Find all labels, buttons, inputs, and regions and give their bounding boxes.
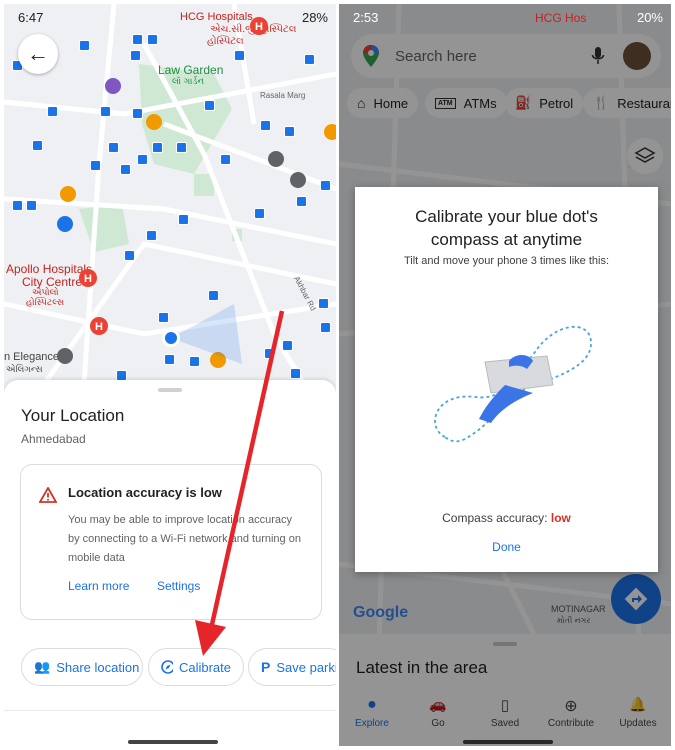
warning-body-line: by connecting to a Wi-Fi network and tur… (68, 533, 301, 545)
bus-stop-icon (32, 140, 43, 151)
svg-text:H: H (84, 273, 92, 285)
warning-body-line: You may be able to improve location accu… (68, 514, 292, 526)
left-phone-screen: 6:47 28% HCG Hospitals એચ.સી.જી હોસ્પિટલ… (4, 4, 336, 746)
compass-icon (161, 660, 173, 674)
bus-stop-icon (146, 230, 157, 241)
status-bar: 2:53 20% (339, 4, 671, 28)
bus-stop-icon (100, 106, 111, 117)
bus-stop-icon (304, 54, 315, 65)
calibrate-dialog: Calibrate your blue dot's compass at any… (355, 187, 658, 572)
map-label-hcg: HCG Hos (535, 11, 587, 25)
bus-stop-icon (147, 34, 158, 45)
svg-text:H: H (255, 21, 263, 33)
map-view[interactable]: 2:53 20% HCG Hos Search here ⌂ Home ATM … (339, 4, 671, 746)
status-battery: 20% (636, 10, 663, 25)
school-marker-icon (290, 172, 306, 188)
bus-stop-icon (260, 120, 271, 131)
share-location-icon: 👥 (34, 659, 51, 674)
restaurant-marker-icon (146, 114, 162, 130)
bus-stop-icon (26, 200, 37, 211)
calibrate-label: Calibrate (178, 659, 231, 675)
sheet-title: Your Location (21, 406, 125, 425)
warning-title: Location accuracy is low (68, 485, 222, 500)
settings-link[interactable]: Settings (157, 579, 200, 593)
dialog-title-line: compass at anytime (430, 230, 583, 249)
bus-stop-icon (234, 50, 245, 61)
compass-accuracy-label: Compass accuracy: (442, 511, 548, 525)
bus-stop-icon (318, 298, 329, 309)
bus-stop-icon (12, 200, 23, 211)
done-button[interactable]: Done (355, 540, 658, 554)
bus-stop-icon (264, 348, 275, 359)
bus-stop-icon (164, 354, 175, 365)
your-location-sheet: Your Location Ahmedabad Location accurac… (4, 380, 336, 746)
bus-stop-icon (158, 312, 169, 323)
sheet-subtitle: Ahmedabad (21, 432, 86, 446)
location-accuracy-card: Location accuracy is low You may be able… (20, 464, 322, 620)
back-button[interactable]: ← (18, 34, 58, 74)
warning-icon (39, 487, 57, 503)
bus-stop-icon (132, 34, 143, 45)
bus-stop-icon (320, 322, 331, 333)
dialog-title: Calibrate your blue dot's compass at any… (355, 205, 658, 251)
parking-icon: P (261, 659, 271, 675)
home-indicator (128, 740, 218, 744)
bus-stop-icon (47, 106, 58, 117)
bus-stop-icon (204, 100, 215, 111)
warning-body-line: mobile data (68, 552, 125, 564)
bus-stop-icon (282, 340, 293, 351)
svg-text:H: H (95, 321, 103, 333)
restaurant-marker-icon (60, 186, 76, 202)
bus-stop-icon (296, 196, 307, 207)
school-marker-icon (268, 151, 284, 167)
bus-stop-icon (108, 142, 119, 153)
person-marker-icon (57, 216, 73, 232)
right-phone-screen: 2:53 20% HCG Hos Search here ⌂ Home ATM … (339, 4, 671, 746)
bus-stop-icon (320, 180, 331, 191)
bus-stop-icon (90, 160, 101, 171)
bus-stop-icon (178, 214, 189, 225)
hospital-marker-icon: H (250, 17, 268, 35)
sheet-drag-handle[interactable] (158, 388, 182, 392)
share-location-label: Share location (56, 659, 140, 675)
map-view[interactable]: 6:47 28% HCG Hospitals એચ.સી.જી હોસ્પિટલ… (4, 4, 336, 746)
bus-stop-icon (152, 142, 163, 153)
restaurant-marker-icon (324, 124, 336, 140)
bus-stop-icon (120, 164, 131, 175)
compass-accuracy-value: low (550, 511, 571, 525)
shopping-marker-icon (105, 78, 121, 94)
divider (4, 710, 336, 711)
bus-stop-icon (79, 40, 90, 51)
bus-stop-icon (130, 50, 141, 61)
place-marker-icon (57, 348, 73, 364)
bus-stop-icon (137, 154, 148, 165)
calibrate-button[interactable]: Calibrate (148, 648, 244, 686)
save-parking-label: Save parki (276, 659, 336, 675)
bus-stop-icon (284, 126, 295, 137)
hospital-marker-icon: H (79, 269, 97, 287)
bus-stop-icon (176, 142, 187, 153)
bus-stop-icon (208, 290, 219, 301)
arrow-left-icon: ← (27, 41, 49, 66)
figure-eight-animation-icon (434, 326, 592, 443)
hospital-marker-icon: H (90, 317, 108, 335)
learn-more-link[interactable]: Learn more (68, 579, 129, 593)
bus-stop-icon (254, 208, 265, 219)
bus-stop-icon (124, 250, 135, 261)
bus-stop-icon (189, 356, 200, 367)
status-time: 2:53 (353, 10, 379, 25)
warning-body: You may be able to improve location accu… (68, 511, 301, 568)
bus-stop-icon (132, 108, 143, 119)
bus-stop-icon (220, 154, 231, 165)
dialog-instruction: Tilt and move your phone 3 times like th… (403, 255, 610, 267)
dialog-title-line: Calibrate your blue dot's (415, 207, 598, 226)
save-parking-button[interactable]: P Save parki (248, 648, 336, 686)
compass-accuracy-row: Compass accuracy: low (355, 511, 658, 525)
share-location-button[interactable]: 👥 Share location (21, 648, 143, 686)
bus-stop-icon (290, 368, 301, 379)
